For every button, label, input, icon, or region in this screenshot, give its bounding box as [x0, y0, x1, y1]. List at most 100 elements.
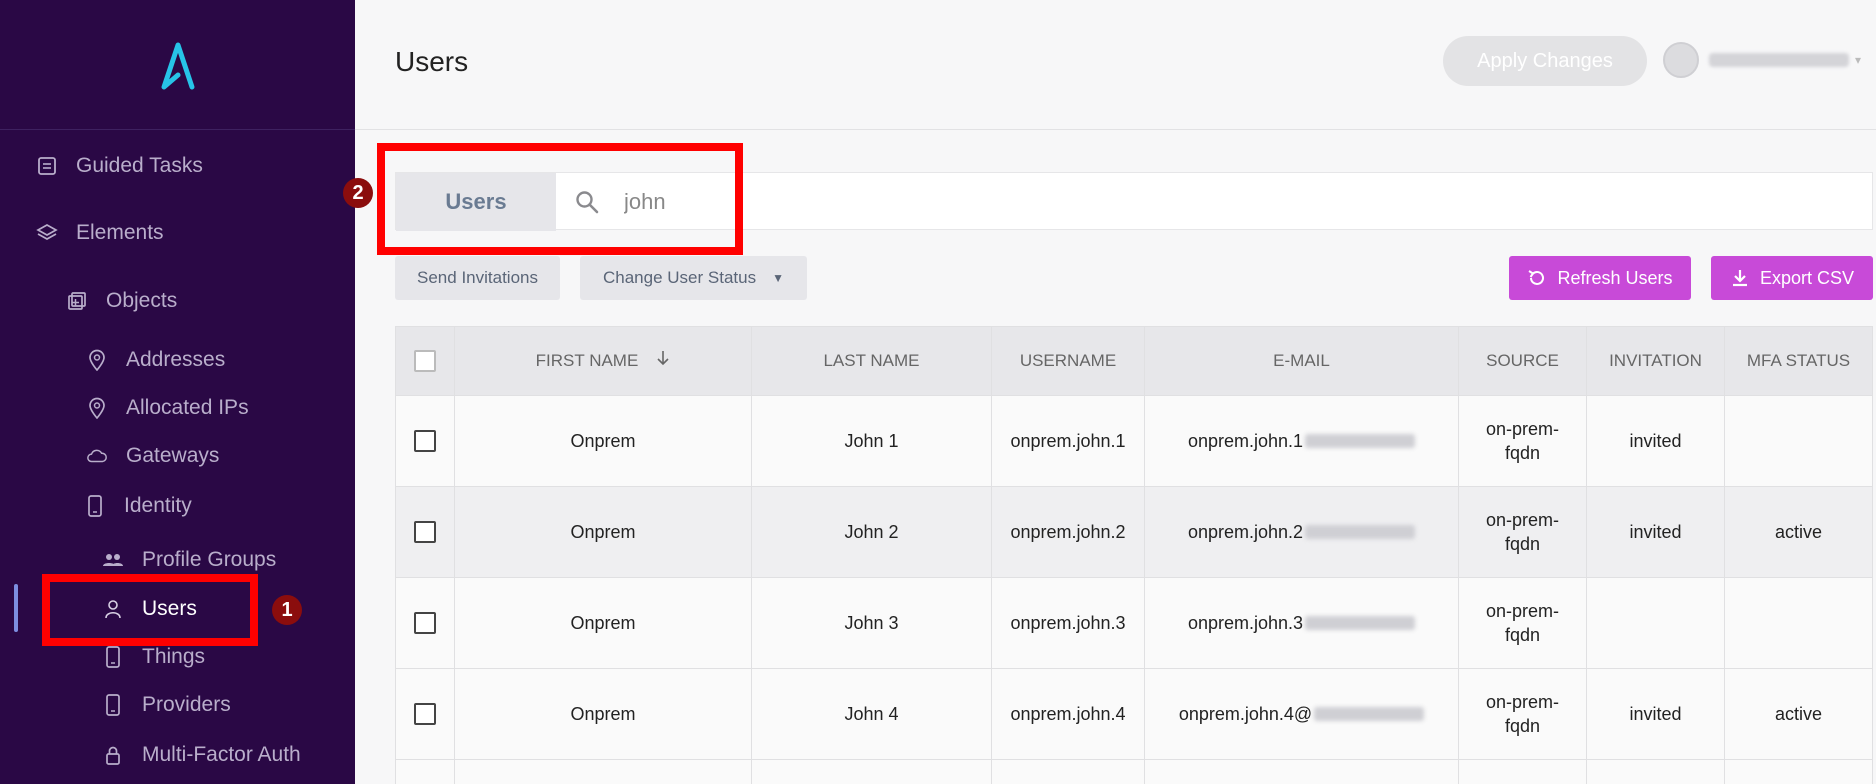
sidebar-item-objects[interactable]: Objects	[66, 289, 177, 313]
email-cell	[1145, 760, 1459, 784]
sidebar-item-things[interactable]: Things	[102, 645, 205, 669]
active-indicator	[14, 584, 18, 632]
last-name-cell: John 3	[752, 578, 992, 668]
sidebar-item-label: Elements	[76, 221, 164, 244]
export-csv-label: Export CSV	[1759, 267, 1855, 288]
mfa-status-cell: active	[1725, 487, 1873, 577]
sidebar-item-guided-tasks[interactable]: Guided Tasks	[36, 154, 203, 178]
select-all-checkbox[interactable]	[414, 350, 436, 372]
sidebar-item-multi-factor-auth[interactable]: Multi-Factor Auth	[102, 743, 301, 767]
row-checkbox[interactable]	[414, 430, 436, 452]
first-name-cell: Onprem	[455, 487, 752, 577]
change-user-status-dropdown[interactable]: Change User Status ▼	[580, 256, 807, 300]
export-csv-button[interactable]: Export CSV	[1711, 256, 1873, 300]
table-row[interactable]: Onprem John 1 onprem.john.1 onprem.john.…	[395, 396, 1873, 487]
email-text: onprem.john.1	[1187, 431, 1304, 451]
layers-icon	[36, 222, 58, 244]
select-all-cell	[395, 327, 455, 395]
sidebar-item-label: Gateways	[126, 444, 220, 467]
sidebar-item-addresses[interactable]: Addresses	[86, 348, 225, 372]
refresh-icon	[1527, 268, 1547, 288]
table-row[interactable]: Onprem John 4 onprem.john.4 onprem.john.…	[395, 669, 1873, 760]
row-checkbox[interactable]	[414, 521, 436, 543]
device-icon	[102, 646, 124, 668]
list-icon	[36, 155, 58, 177]
sidebar: Guided Tasks Elements Objects Addresses …	[0, 0, 355, 784]
page-title: Users	[395, 46, 469, 77]
sidebar-item-allocated-ips[interactable]: Allocated IPs	[86, 396, 249, 420]
table-header-row: FIRST NAME LAST NAME USERNAME E-MAIL SOU…	[395, 326, 1873, 396]
mfa-status-cell	[1725, 578, 1873, 668]
table-row[interactable]: Onprem John 3 onprem.john.3 onprem.john.…	[395, 578, 1873, 669]
account-menu[interactable]: ▾	[1663, 42, 1861, 78]
mfa-status-cell	[1725, 760, 1873, 784]
email-text: onprem.john.4@	[1178, 704, 1313, 724]
invitation-cell	[1587, 760, 1725, 784]
email-domain-redacted	[1305, 434, 1416, 448]
sidebar-item-elements[interactable]: Elements	[36, 221, 164, 245]
caret-down-icon: ▼	[772, 271, 784, 285]
sidebar-item-label: Things	[142, 645, 206, 668]
column-header-source[interactable]: SOURCE	[1459, 327, 1587, 395]
source-cell: on-prem-fqdn	[1459, 578, 1587, 668]
first-name-cell: Onprem	[455, 578, 752, 668]
email-domain-redacted	[1305, 616, 1416, 630]
sidebar-item-identity[interactable]: Identity	[84, 494, 192, 518]
column-header-first-name[interactable]: FIRST NAME	[455, 327, 752, 395]
lock-icon	[102, 744, 124, 766]
sidebar-item-providers[interactable]: Providers	[102, 693, 231, 717]
header: Users Apply Changes ▾	[355, 0, 1876, 130]
sidebar-item-label: Addresses	[126, 348, 226, 371]
apply-changes-button[interactable]: Apply Changes	[1443, 36, 1647, 86]
logo-area	[0, 0, 355, 130]
sidebar-item-profile-groups[interactable]: Profile Groups	[102, 548, 276, 572]
row-select-cell	[395, 760, 455, 784]
annotation-badge-2: 2	[343, 178, 373, 208]
row-select-cell	[395, 669, 455, 759]
table-row[interactable]: Onprem John 2 onprem.john.2 onprem.john.…	[395, 487, 1873, 578]
email-domain-redacted	[1305, 525, 1416, 539]
pin-icon	[86, 349, 108, 371]
email-cell: onprem.john.1	[1145, 396, 1459, 486]
annotation-badge-1: 1	[272, 595, 302, 625]
email-cell: onprem.john.2	[1145, 487, 1459, 577]
device-icon	[102, 694, 124, 716]
row-checkbox[interactable]	[414, 612, 436, 634]
invitation-cell: invited	[1587, 669, 1725, 759]
username-cell	[992, 760, 1145, 784]
download-icon	[1730, 268, 1750, 288]
refresh-users-button[interactable]: Refresh Users	[1509, 256, 1691, 300]
first-name-cell: Onprem	[455, 669, 752, 759]
sidebar-item-label: Multi-Factor Auth	[142, 743, 301, 766]
source-cell: on-prem-fqdn	[1459, 669, 1587, 759]
last-name-cell: John 4	[752, 669, 992, 759]
avatar	[1663, 42, 1699, 78]
first-name-cell	[455, 760, 752, 784]
highlight-box-search	[377, 143, 743, 255]
chevron-down-icon: ▾	[1855, 53, 1862, 67]
highlight-box-users-nav	[42, 574, 258, 646]
refresh-users-label: Refresh Users	[1557, 267, 1673, 288]
group-icon	[102, 549, 124, 571]
mfa-status-cell	[1725, 396, 1873, 486]
last-name-cell	[752, 760, 992, 784]
column-header-mfa-status[interactable]: MFA STATUS	[1725, 327, 1873, 395]
send-invitations-button[interactable]: Send Invitations	[395, 256, 560, 300]
row-select-cell	[395, 396, 455, 486]
row-checkbox[interactable]	[414, 703, 436, 725]
column-header-username[interactable]: USERNAME	[992, 327, 1145, 395]
column-header-last-name[interactable]: LAST NAME	[752, 327, 992, 395]
mfa-status-cell: active	[1725, 669, 1873, 759]
phone-icon	[84, 495, 106, 517]
sidebar-item-label: Providers	[142, 693, 231, 716]
source-cell	[1459, 760, 1587, 784]
table-row[interactable]	[395, 760, 1873, 784]
username-cell: onprem.john.2	[992, 487, 1145, 577]
invitation-cell: invited	[1587, 396, 1725, 486]
column-header-invitation[interactable]: INVITATION	[1587, 327, 1725, 395]
column-header-email[interactable]: E-MAIL	[1145, 327, 1459, 395]
email-domain-redacted	[1314, 707, 1425, 721]
logo-icon[interactable]	[158, 39, 198, 91]
sidebar-item-gateways[interactable]: Gateways	[86, 444, 219, 468]
cloud-icon	[86, 445, 108, 467]
